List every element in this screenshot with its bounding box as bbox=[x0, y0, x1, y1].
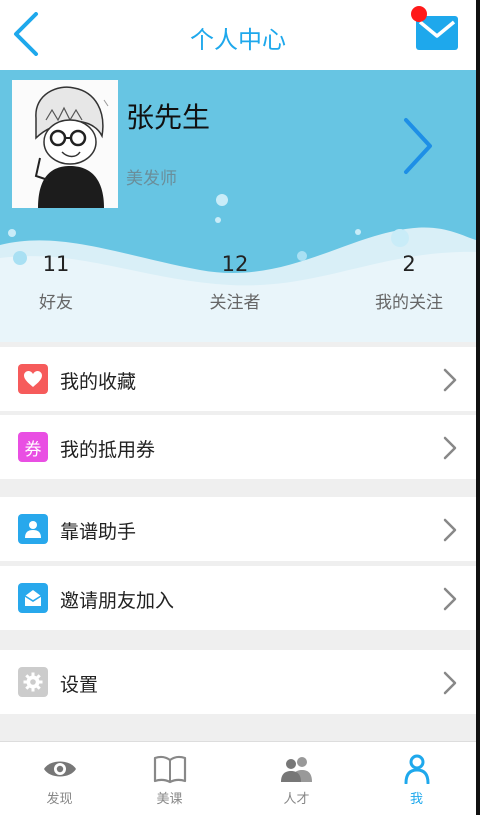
chevron-right-icon bbox=[443, 518, 457, 542]
book-icon bbox=[153, 755, 186, 784]
stat-followers-label: 关注者 bbox=[209, 293, 261, 313]
people-icon bbox=[280, 757, 312, 782]
stat-friends-label: 好友 bbox=[39, 293, 73, 313]
chevron-right-icon bbox=[443, 436, 457, 460]
chevron-right-icon bbox=[443, 671, 457, 695]
profile-banner[interactable]: 张先生 美发师 11 好友 12 关注者 2 我的关注 bbox=[0, 70, 476, 342]
stat-followers[interactable]: 12 关注者 bbox=[165, 252, 305, 313]
menu-item-settings[interactable]: 设置 bbox=[0, 650, 476, 714]
envelope-icon bbox=[18, 583, 48, 613]
menu-item-label: 我的抵用券 bbox=[60, 439, 156, 461]
tab-label: 我 bbox=[409, 792, 423, 807]
profile-screen: 个人中心 张先生 美发师 11 好友 12 关注者 2 我的关注 我的收藏 券 … bbox=[0, 0, 476, 815]
tab-label: 人才 bbox=[283, 792, 310, 807]
chevron-right-icon[interactable] bbox=[400, 116, 436, 176]
eye-icon bbox=[43, 761, 76, 777]
menu-item-invite[interactable]: 邀请朋友加入 bbox=[0, 566, 476, 630]
user-icon bbox=[404, 754, 429, 784]
tab-label: 美课 bbox=[156, 792, 183, 807]
bottom-nav: 发现 美课 人才 我 bbox=[0, 741, 476, 815]
tab-talent[interactable]: 人才 bbox=[237, 742, 356, 815]
tab-courses[interactable]: 美课 bbox=[110, 742, 229, 815]
tab-label: 发现 bbox=[46, 792, 73, 807]
heart-icon bbox=[18, 364, 48, 394]
chevron-right-icon bbox=[443, 587, 457, 611]
stat-following[interactable]: 2 我的关注 bbox=[339, 252, 476, 313]
header-bar: 个人中心 bbox=[0, 0, 476, 70]
menu-item-label: 我的收藏 bbox=[60, 371, 137, 393]
coupon-icon: 券 bbox=[18, 432, 48, 462]
screen-edge bbox=[476, 0, 480, 815]
tab-me[interactable]: 我 bbox=[357, 742, 476, 815]
chevron-right-icon bbox=[443, 368, 457, 392]
page-title: 个人中心 bbox=[190, 26, 286, 54]
user-name: 张先生 bbox=[126, 101, 211, 134]
stat-friends-count: 11 bbox=[42, 252, 70, 276]
stat-following-label: 我的关注 bbox=[375, 293, 443, 313]
menu-item-coupons[interactable]: 券 我的抵用券 bbox=[0, 415, 476, 479]
menu-item-favorites[interactable]: 我的收藏 bbox=[0, 347, 476, 411]
person-icon bbox=[18, 514, 48, 544]
menu-item-label: 设置 bbox=[60, 674, 99, 696]
stat-following-count: 2 bbox=[402, 252, 416, 276]
stat-friends[interactable]: 11 好友 bbox=[0, 252, 126, 313]
menu-item-assistant[interactable]: 靠谱助手 bbox=[0, 497, 476, 561]
gear-icon bbox=[18, 667, 48, 697]
avatar[interactable] bbox=[12, 80, 118, 208]
menu-item-label: 靠谱助手 bbox=[60, 521, 137, 543]
notification-badge bbox=[411, 6, 427, 22]
tab-discover[interactable]: 发现 bbox=[0, 742, 119, 815]
user-job-title: 美发师 bbox=[126, 169, 177, 189]
stat-followers-count: 12 bbox=[221, 252, 249, 276]
menu-item-label: 邀请朋友加入 bbox=[60, 590, 175, 612]
